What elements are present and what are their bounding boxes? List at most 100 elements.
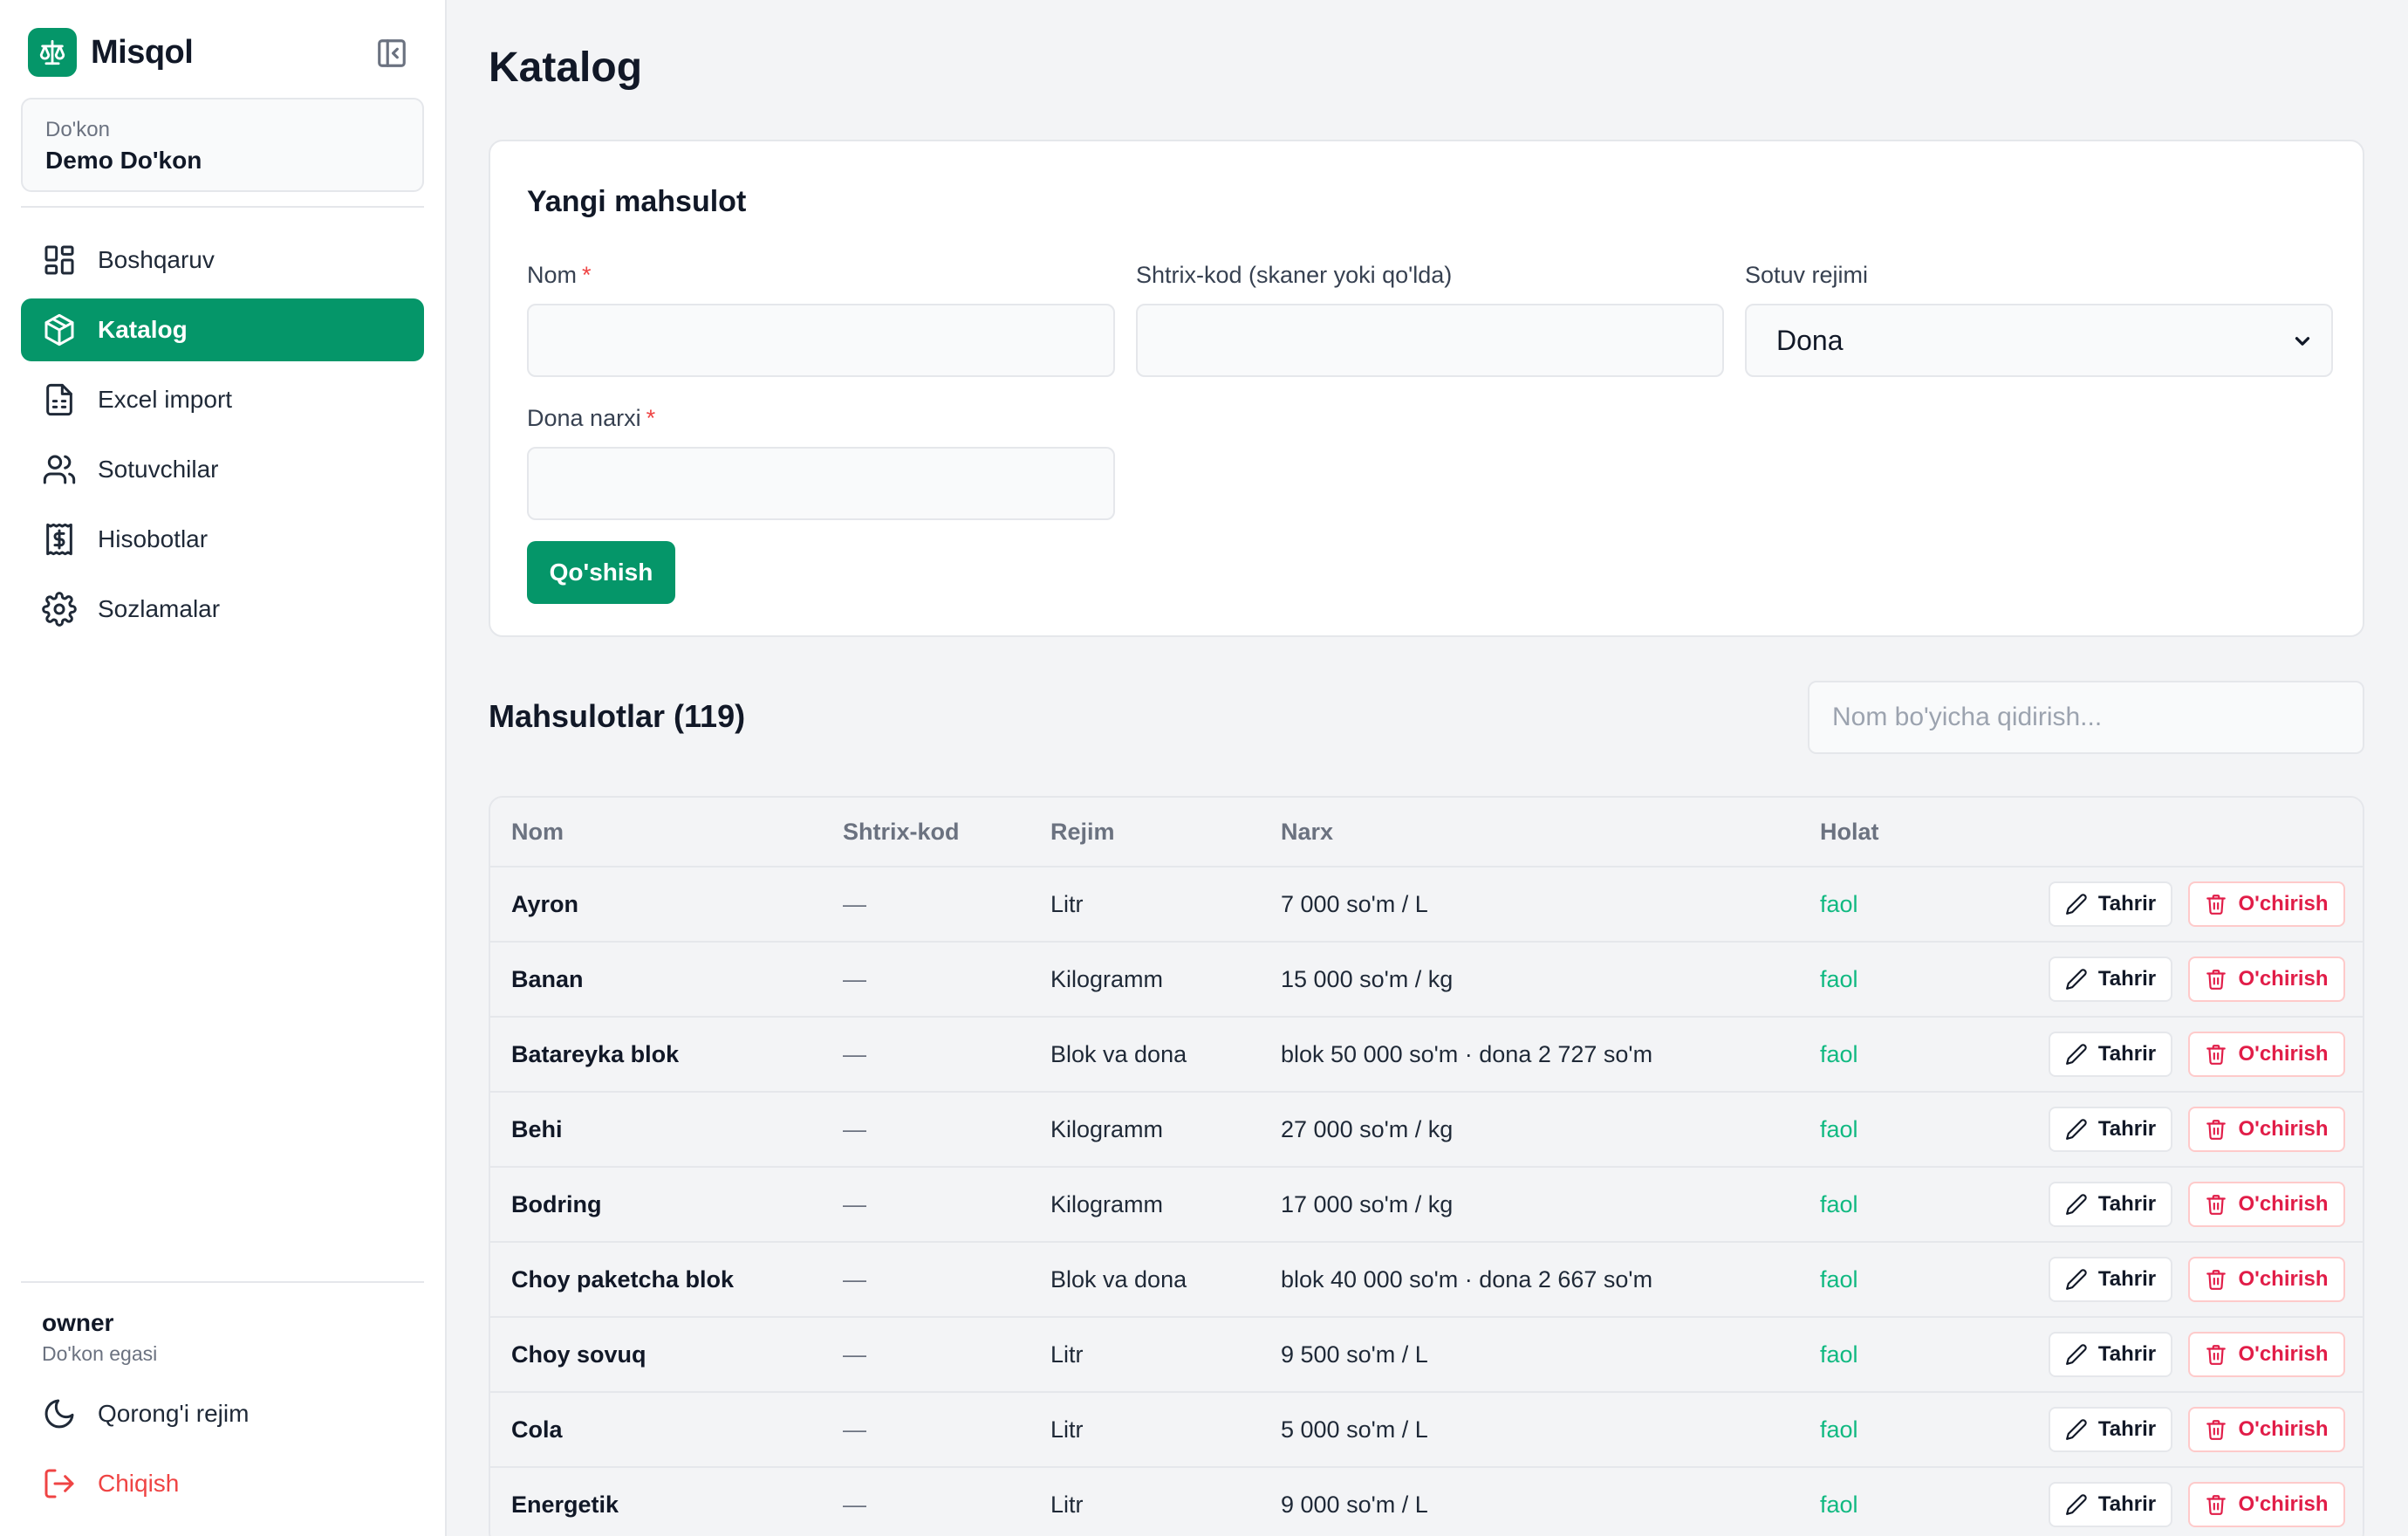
pencil-icon <box>2065 1494 2087 1515</box>
brand[interactable]: Misqol <box>28 28 194 77</box>
required-mark: * <box>646 405 656 431</box>
table-header: Nom Shtrix-kod Rejim Narx Holat <box>490 798 2363 866</box>
product-barcode: — <box>843 1041 866 1067</box>
column-header-price: Narx <box>1281 819 1334 845</box>
page-title: Katalog <box>489 45 643 91</box>
products-list-title: Mahsulotlar (119) <box>489 698 746 734</box>
trash-icon <box>2206 1420 2227 1440</box>
product-price: 5 000 so'm / L <box>1281 1416 1428 1443</box>
product-status: faol <box>1820 1191 1858 1217</box>
barcode-input[interactable] <box>1136 304 1724 377</box>
nav-item-boshqaruv[interactable]: Boshqaruv <box>21 229 424 291</box>
delete-button[interactable]: O'chirish <box>2188 1332 2345 1377</box>
unit-price-input[interactable] <box>527 447 1115 520</box>
sale-mode-label: Sotuv rejimi <box>1745 262 1869 288</box>
sale-mode-select[interactable]: Dona <box>1745 304 2333 377</box>
product-search-input[interactable] <box>1808 681 2364 754</box>
user-name: owner <box>42 1309 114 1336</box>
delete-button[interactable]: O'chirish <box>2188 881 2345 927</box>
moon-icon <box>44 1399 74 1429</box>
product-barcode: — <box>843 891 866 917</box>
pencil-icon <box>2065 1344 2087 1365</box>
sidebar-collapse-icon[interactable] <box>375 37 408 70</box>
nav-item-hisobotlar[interactable]: Hisobotlar <box>21 508 424 571</box>
pencil-icon <box>2065 1194 2087 1215</box>
app-name: Misqol <box>91 33 194 71</box>
dark-mode-toggle[interactable]: Qorong'i rejim <box>42 1393 249 1435</box>
delete-button[interactable]: O'chirish <box>2188 1407 2345 1452</box>
barcode-label: Shtrix-kod (skaner yoki qo'lda) <box>1136 262 1453 288</box>
nav-label: Katalog <box>98 316 188 343</box>
trash-icon <box>2206 1345 2227 1365</box>
product-name: Ayron <box>511 891 579 917</box>
nav-item-katalog[interactable]: Katalog <box>21 298 424 361</box>
delete-button[interactable]: O'chirish <box>2188 1182 2345 1227</box>
name-input[interactable] <box>527 304 1115 377</box>
product-barcode: — <box>843 1266 866 1293</box>
edit-button[interactable]: Tahrir <box>2049 1032 2172 1077</box>
pencil-icon <box>2065 1119 2087 1140</box>
products-table: Nom Shtrix-kod Rejim Narx Holat Ayron — … <box>489 796 2364 1536</box>
store-selector[interactable]: Do'kon Demo Do'kon <box>21 98 424 192</box>
product-status: faol <box>1820 1116 1858 1142</box>
delete-label: O'chirish <box>2238 1042 2329 1066</box>
file-spreadsheet-icon <box>46 383 72 416</box>
edit-label: Tahrir <box>2097 892 2157 915</box>
logout-icon <box>44 1469 74 1498</box>
delete-button[interactable]: O'chirish <box>2188 1482 2345 1527</box>
edit-button[interactable]: Tahrir <box>2049 1107 2172 1152</box>
logout-button[interactable]: Chiqish <box>42 1463 179 1505</box>
delete-label: O'chirish <box>2238 967 2329 991</box>
product-name: Banan <box>511 966 584 992</box>
receipt-icon <box>46 523 72 556</box>
gear-icon <box>42 592 77 627</box>
product-barcode: — <box>843 1341 866 1368</box>
table-row: Behi — Kilogramm 27 000 so'm / kg faol T… <box>490 1091 2363 1166</box>
dashboard-icon <box>44 245 74 275</box>
column-header-mode: Rejim <box>1050 819 1115 845</box>
product-mode: Litr <box>1050 1491 1084 1518</box>
required-mark: * <box>582 262 592 288</box>
trash-icon <box>2206 970 2227 990</box>
product-mode: Kilogramm <box>1050 1116 1164 1142</box>
delete-button[interactable]: O'chirish <box>2188 1032 2345 1077</box>
table-row: Bodring — Kilogramm 17 000 so'm / kg fao… <box>490 1166 2363 1241</box>
delete-label: O'chirish <box>2238 1492 2329 1516</box>
nav-item-sozlamalar[interactable]: Sozlamalar <box>21 578 424 641</box>
table-row: Cola — Litr 5 000 so'm / L faol Tahrir O… <box>490 1391 2363 1466</box>
delete-button[interactable]: O'chirish <box>2188 1257 2345 1302</box>
edit-button[interactable]: Tahrir <box>2049 1257 2172 1302</box>
delete-label: O'chirish <box>2238 892 2329 915</box>
scales-icon <box>28 28 77 77</box>
product-mode: Kilogramm <box>1050 1191 1164 1217</box>
add-product-button[interactable]: Qo'shish <box>527 541 675 604</box>
delete-label: O'chirish <box>2238 1267 2329 1291</box>
trash-icon <box>2206 1195 2227 1215</box>
edit-button[interactable]: Tahrir <box>2049 1332 2172 1377</box>
edit-button[interactable]: Tahrir <box>2049 1182 2172 1227</box>
nav-item-excel-import[interactable]: Excel import <box>21 368 424 431</box>
edit-button[interactable]: Tahrir <box>2049 1482 2172 1527</box>
delete-button[interactable]: O'chirish <box>2188 1107 2345 1152</box>
delete-button[interactable]: O'chirish <box>2188 957 2345 1002</box>
product-name: Choy sovuq <box>511 1341 646 1368</box>
divider <box>21 206 424 208</box>
edit-label: Tahrir <box>2097 967 2157 991</box>
table-row: Energetik — Litr 9 000 so'm / L faol Tah… <box>490 1466 2363 1536</box>
delete-label: O'chirish <box>2238 1192 2329 1216</box>
nav-label: Sotuvchilar <box>98 456 219 483</box>
trash-icon <box>2206 895 2227 915</box>
column-header-name: Nom <box>511 819 564 845</box>
pencil-icon <box>2065 894 2087 915</box>
edit-button[interactable]: Tahrir <box>2049 1407 2172 1452</box>
delete-label: O'chirish <box>2238 1342 2329 1366</box>
product-barcode: — <box>843 1191 866 1217</box>
nav-label: Excel import <box>98 386 233 413</box>
nav-item-sotuvchilar[interactable]: Sotuvchilar <box>21 438 424 501</box>
product-barcode: — <box>843 966 866 992</box>
delete-label: O'chirish <box>2238 1417 2329 1441</box>
product-name: Behi <box>511 1116 563 1142</box>
edit-button[interactable]: Tahrir <box>2049 881 2172 927</box>
edit-button[interactable]: Tahrir <box>2049 957 2172 1002</box>
nav-label: Boshqaruv <box>98 246 215 273</box>
